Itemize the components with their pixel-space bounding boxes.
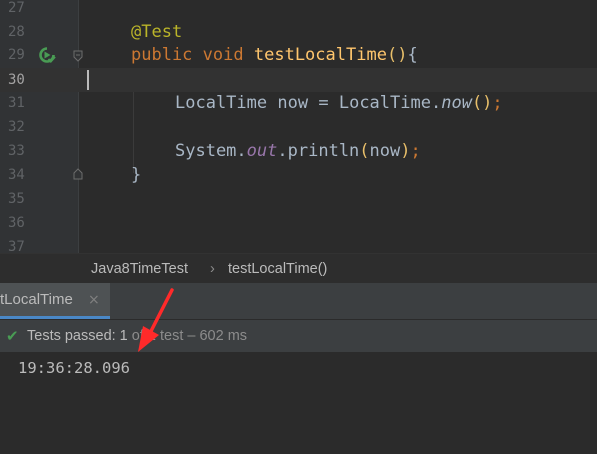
close-paren: )	[400, 141, 411, 161]
arg-now: now	[369, 141, 401, 161]
run-test-icon[interactable]	[38, 46, 56, 64]
breadcrumb-separator: ›	[210, 261, 215, 277]
dot: .	[277, 141, 288, 161]
fold-marker-icon[interactable]	[73, 50, 83, 62]
assign-op: =	[318, 93, 329, 113]
code-line-37: 37	[0, 235, 597, 253]
run-tab[interactable]: tLocalTime ×	[0, 283, 110, 319]
variable-now: now	[277, 93, 309, 113]
text-caret	[87, 70, 89, 90]
line-number: 31	[8, 95, 25, 111]
run-tool-header: tLocalTime ×	[0, 283, 597, 319]
test-status-text: Tests passed: 1 of 1 test – 602 ms	[27, 320, 247, 352]
code-editor[interactable]: 27 28 @Test 29 public void testLocalTime…	[0, 0, 597, 253]
class-localtime: LocalTime	[338, 93, 431, 113]
line-number: 29	[8, 47, 25, 63]
line-number: 37	[8, 239, 25, 253]
dot: .	[430, 93, 442, 113]
dot: .	[236, 141, 247, 161]
open-brace: {	[407, 45, 418, 65]
line-number: 35	[8, 191, 25, 207]
breadcrumb: Java8TimeTest › testLocalTime()	[0, 253, 597, 284]
code-line-29: 29 public void testLocalTime(){	[0, 43, 597, 67]
line-number: 32	[8, 119, 25, 135]
method-println: println	[287, 141, 360, 161]
run-tab-label: tLocalTime	[0, 291, 73, 308]
method-name: testLocalTime	[253, 45, 387, 65]
code-line-34: 34 }	[0, 163, 597, 187]
semicolon: ;	[410, 141, 421, 161]
code-line-35: 35	[0, 187, 597, 211]
line-number: 27	[8, 0, 25, 16]
test-status-detail: of 1 test – 602 ms	[127, 328, 248, 344]
open-paren: (	[359, 141, 370, 161]
statement-println: System.out.println(now);	[175, 139, 421, 163]
open-paren: (	[386, 45, 398, 65]
test-status-main: Tests passed: 1	[27, 328, 128, 344]
line-number: 34	[8, 167, 25, 183]
line-number: 33	[8, 143, 25, 159]
statement-localtime: LocalTime now = LocalTime.now();	[175, 91, 503, 115]
class-system: System	[175, 141, 237, 161]
line-number: 36	[8, 215, 25, 231]
line-number: 30	[8, 72, 25, 88]
keyword-void: void	[202, 45, 244, 65]
check-icon: ✔	[6, 327, 19, 345]
close-paren: )	[397, 45, 408, 65]
code-line-32: 32	[0, 115, 597, 139]
method-signature: public void testLocalTime(){	[131, 43, 418, 67]
breadcrumb-method[interactable]: testLocalTime()	[228, 254, 327, 284]
test-status-bar: ✔ Tests passed: 1 of 1 test – 602 ms	[0, 319, 597, 352]
type-localtime: LocalTime	[175, 93, 268, 113]
breadcrumb-class[interactable]: Java8TimeTest	[91, 254, 188, 284]
keyword-public: public	[131, 45, 193, 65]
console-line: 19:36:28.096	[18, 359, 130, 377]
code-line-33: 33 System.out.println(now);	[0, 139, 597, 163]
field-out: out	[246, 141, 278, 161]
test-annotation: @Test	[131, 22, 183, 42]
code-line-28: 28 @Test	[0, 20, 597, 44]
code-line-36: 36	[0, 211, 597, 235]
code-line-27: 27	[0, 0, 597, 20]
call-args: ()	[471, 93, 493, 113]
close-brace: }	[131, 165, 142, 185]
line-number: 28	[8, 24, 25, 40]
fold-end-marker-icon[interactable]	[73, 168, 83, 180]
console-output[interactable]: 19:36:28.096	[0, 352, 597, 454]
static-call-now: now	[441, 93, 472, 113]
code-line-30: 30	[0, 68, 597, 92]
close-icon[interactable]: ×	[88, 283, 100, 317]
code-line-31: 31 LocalTime now = LocalTime.now();	[0, 91, 597, 115]
semicolon: ;	[492, 93, 503, 113]
